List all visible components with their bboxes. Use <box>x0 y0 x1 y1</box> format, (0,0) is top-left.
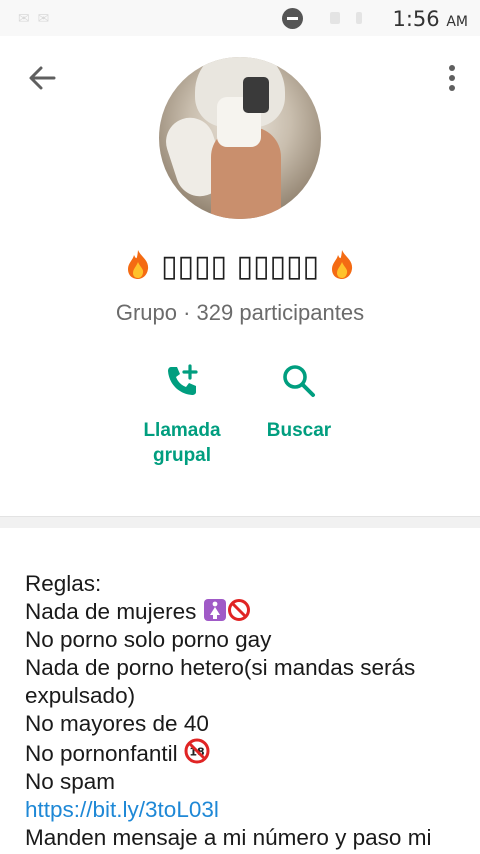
dot-icon <box>449 75 455 81</box>
group-name: ▯▯▯▯ ▯▯▯▯▯ <box>160 249 320 284</box>
description-line: No mayores de 40 <box>25 711 209 736</box>
add-call-icon <box>168 364 198 395</box>
status-bar: ✉ ✉ 1:56 AM <box>0 0 480 36</box>
battery-icon <box>356 12 362 24</box>
prohibited-icon <box>227 599 250 621</box>
fire-icon <box>331 250 352 279</box>
no-one-under-18-icon: 18 <box>184 738 210 764</box>
more-options-button[interactable] <box>444 62 460 94</box>
group-call-button[interactable]: Llamada grupal <box>132 362 232 468</box>
search-icon <box>283 365 315 397</box>
arrow-back-icon <box>29 66 56 90</box>
clock: 1:56 AM <box>392 7 468 31</box>
dot-icon <box>449 85 455 91</box>
participants-count: Grupo · 329 participantes <box>115 300 365 325</box>
description-link[interactable]: https://bit.ly/3toL03l <box>25 796 465 824</box>
description-line: Nada de mujeres <box>25 598 465 626</box>
search-button[interactable]: Buscar <box>258 362 340 443</box>
description-line: No pornonfantil 18 <box>25 738 465 768</box>
description-line: No spam <box>25 769 116 794</box>
group-header: ▯▯▯▯ ▯▯▯▯▯ Grupo · 329 participantes Lla… <box>0 36 480 516</box>
fire-icon <box>128 250 149 279</box>
section-divider <box>0 516 480 528</box>
description-line: Manden mensaje a mi número y paso mi <box>25 825 432 850</box>
do-not-disturb-icon <box>282 8 303 29</box>
description-line: Nada de porno hetero(si mandas serás exp… <box>25 655 416 708</box>
womens-room-icon <box>203 599 226 621</box>
wifi-icon <box>330 12 340 24</box>
group-description: Reglas: Nada de mujeres No porno solo po… <box>0 528 480 854</box>
group-avatar[interactable] <box>159 57 321 219</box>
description-line: No porno solo porno gay <box>25 627 272 652</box>
back-button[interactable] <box>26 62 58 94</box>
group-title: ▯▯▯▯ ▯▯▯▯▯ <box>0 248 480 284</box>
description-line: Reglas: <box>25 571 102 596</box>
status-left-icons: ✉ ✉ <box>18 10 52 26</box>
dot-icon <box>449 65 455 71</box>
